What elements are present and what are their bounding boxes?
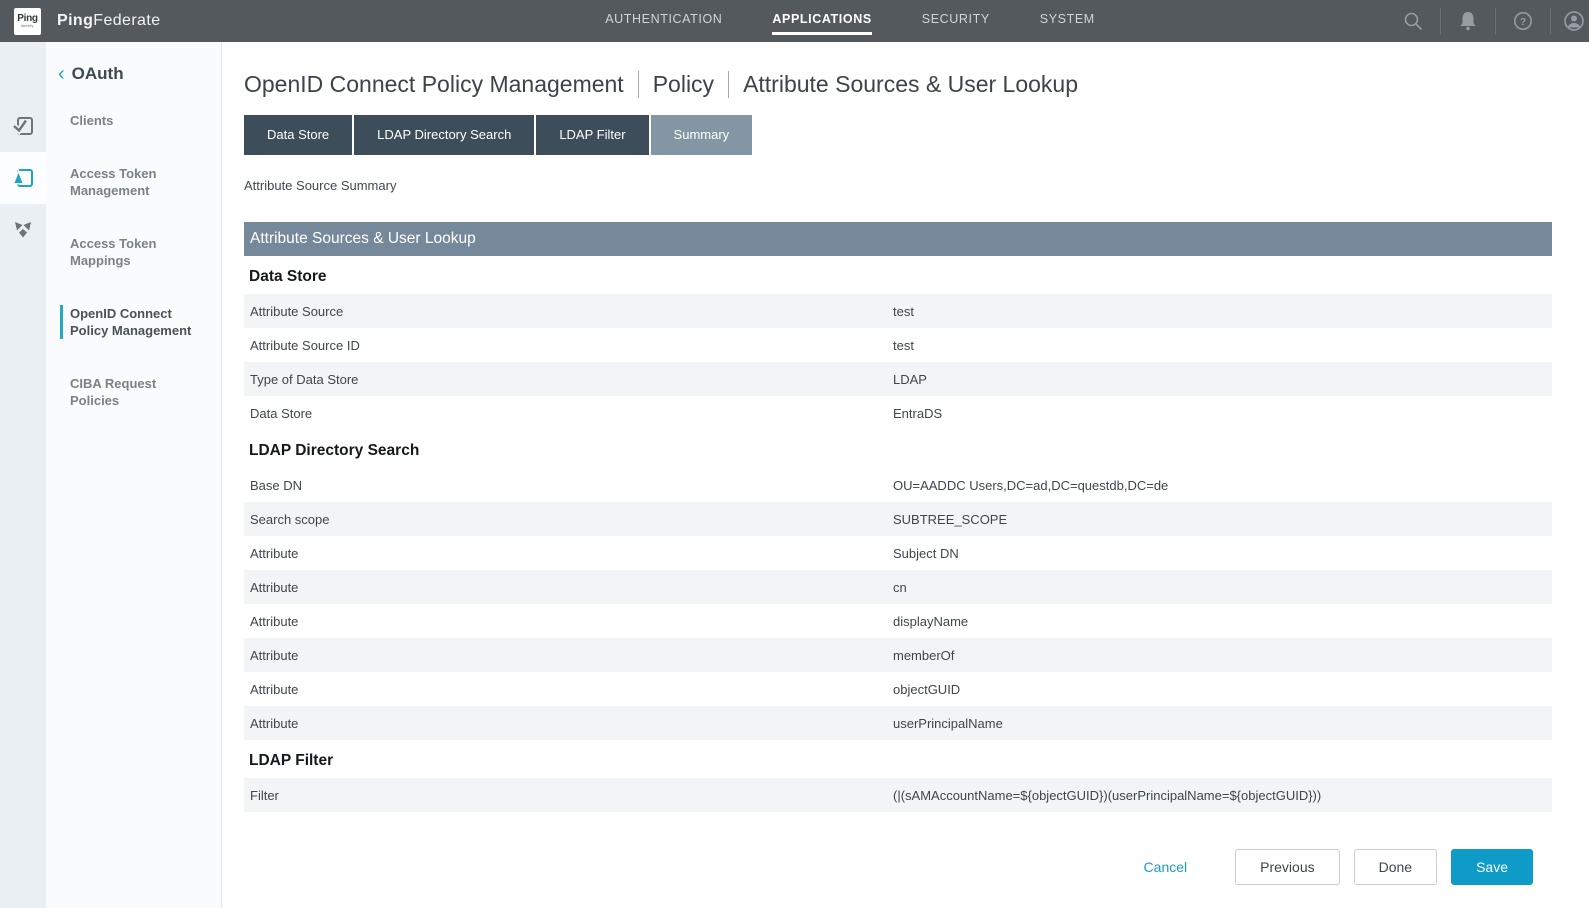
footer-actions: Cancel Previous Done Save: [244, 849, 1533, 885]
tab-ldap-directory-search[interactable]: LDAP Directory Search: [354, 115, 534, 155]
row-value: userPrincipalName: [893, 716, 1552, 731]
section-title-ldap-filter: LDAP Filter: [244, 752, 1552, 770]
breadcrumb-part-openid-connect-policy-management: OpenID Connect Policy Management: [244, 71, 624, 98]
row-value: test: [893, 338, 1552, 353]
oauth-back-link[interactable]: ‹ OAuth: [58, 64, 207, 84]
done-button[interactable]: Done: [1354, 849, 1437, 885]
row-label: Attribute: [244, 716, 893, 731]
breadcrumb-part-policy: Policy: [653, 71, 714, 98]
search-icon[interactable]: [1386, 10, 1440, 32]
row-label: Attribute: [244, 546, 893, 561]
row-label: Type of Data Store: [244, 372, 893, 387]
row-value: SUBTREE_SCOPE: [893, 512, 1552, 527]
table-row: Filter(|(sAMAccountName=${objectGUID})(u…: [244, 778, 1552, 812]
table-row: Attributecn: [244, 570, 1552, 604]
table-header: Attribute Sources & User Lookup: [244, 222, 1552, 256]
table-row: Attribute Source IDtest: [244, 328, 1552, 362]
row-label: Data Store: [244, 406, 893, 421]
table-row: Base DNOU=AADDC Users,DC=ad,DC=questdb,D…: [244, 468, 1552, 502]
save-button[interactable]: Save: [1451, 849, 1533, 885]
sidebar-item-ciba-request-policies[interactable]: CIBA Request Policies: [70, 375, 207, 409]
row-label: Attribute: [244, 614, 893, 629]
primary-nav: AUTHENTICATION APPLICATIONS SECURITY SYSTEM: [314, 8, 1386, 35]
row-label: Attribute Source ID: [244, 338, 893, 353]
wizard-tabs: Data StoreLDAP Directory SearchLDAP Filt…: [244, 115, 1552, 155]
svg-text:?: ?: [1520, 17, 1526, 28]
row-label: Attribute Source: [244, 304, 893, 319]
icon-rail: [0, 42, 46, 908]
tab-ldap-filter[interactable]: LDAP Filter: [536, 115, 648, 155]
top-nav: Ping Identity. PingFederate AUTHENTICATI…: [0, 0, 1589, 42]
oauth-icon[interactable]: [0, 152, 46, 204]
main-content: OpenID Connect Policy Management Policy At…: [222, 42, 1589, 908]
table-row: AttributedisplayName: [244, 604, 1552, 638]
title-separator: [638, 71, 639, 98]
security-cluster-icon[interactable]: [0, 204, 46, 256]
row-value: EntraDS: [893, 406, 1552, 421]
breadcrumb-part-attribute-sources-user-lookup: Attribute Sources & User Lookup: [743, 71, 1078, 98]
nav-item-applications[interactable]: APPLICATIONS: [772, 8, 871, 35]
sidebar-item-access-token-mappings[interactable]: Access Token Mappings: [70, 235, 207, 269]
row-value: memberOf: [893, 648, 1552, 663]
row-label: Attribute: [244, 682, 893, 697]
title-separator: [728, 71, 729, 98]
table-row: AttributeuserPrincipalName: [244, 706, 1552, 740]
row-value: OU=AADDC Users,DC=ad,DC=questdb,DC=de: [893, 478, 1552, 493]
summary-label: Attribute Source Summary: [244, 178, 1552, 193]
row-label: Filter: [244, 788, 893, 803]
row-value: test: [893, 304, 1552, 319]
product-name: PingFederate: [57, 12, 161, 30]
sidebar-items: Clients Access Token Management Access Tok…: [70, 112, 207, 409]
nav-utilities: ?: [1386, 8, 1589, 34]
oauth-title: OAuth: [72, 64, 124, 84]
cancel-link[interactable]: Cancel: [1144, 859, 1188, 875]
sidebar-item-access-token-management[interactable]: Access Token Management: [70, 165, 207, 199]
sidebar-item-clients[interactable]: Clients: [70, 112, 207, 129]
section-title-ldap-directory-search: LDAP Directory Search: [244, 442, 1552, 460]
previous-button[interactable]: Previous: [1235, 849, 1339, 885]
table-row: Attribute Sourcetest: [244, 294, 1552, 328]
row-value: (|(sAMAccountName=${objectGUID})(userPri…: [893, 788, 1552, 803]
row-value: cn: [893, 580, 1552, 595]
tab-summary[interactable]: Summary: [651, 115, 753, 155]
table-row: AttributememberOf: [244, 638, 1552, 672]
nav-item-security[interactable]: SECURITY: [922, 8, 990, 35]
sidebar: ‹ OAuth Clients Access Token Management Ac…: [0, 42, 222, 908]
table-row: AttributeSubject DN: [244, 536, 1552, 570]
account-icon[interactable]: [1551, 9, 1589, 33]
row-label: Attribute: [244, 580, 893, 595]
row-value: displayName: [893, 614, 1552, 629]
row-label: Attribute: [244, 648, 893, 663]
section-title-data-store: Data Store: [244, 268, 1552, 286]
sidebar-menu: ‹ OAuth Clients Access Token Management Ac…: [46, 42, 222, 908]
page-title: OpenID Connect Policy Management Policy At…: [244, 71, 1552, 98]
table-row: AttributeobjectGUID: [244, 672, 1552, 706]
table-row: Data StoreEntraDS: [244, 396, 1552, 430]
sidebar-item-openid-connect-policy-management[interactable]: OpenID Connect Policy Management: [60, 305, 207, 339]
row-label: Search scope: [244, 512, 893, 527]
applications-check-icon[interactable]: [0, 100, 46, 152]
nav-item-system[interactable]: SYSTEM: [1040, 8, 1095, 35]
chevron-left-icon: ‹: [58, 65, 65, 83]
row-value: objectGUID: [893, 682, 1552, 697]
ping-identity-logo: Ping Identity.: [14, 8, 41, 35]
nav-item-authentication[interactable]: AUTHENTICATION: [605, 8, 722, 35]
summary-table: Data StoreAttribute SourcetestAttribute …: [244, 268, 1552, 812]
row-label: Base DN: [244, 478, 893, 493]
notifications-icon[interactable]: [1441, 10, 1495, 32]
tab-data-store[interactable]: Data Store: [244, 115, 352, 155]
table-row: Search scopeSUBTREE_SCOPE: [244, 502, 1552, 536]
brand-area: Ping Identity. PingFederate: [14, 8, 314, 35]
logo-subtext: Identity.: [21, 24, 35, 28]
row-value: LDAP: [893, 372, 1552, 387]
table-row: Type of Data StoreLDAP: [244, 362, 1552, 396]
row-value: Subject DN: [893, 546, 1552, 561]
help-icon[interactable]: ?: [1496, 10, 1550, 32]
